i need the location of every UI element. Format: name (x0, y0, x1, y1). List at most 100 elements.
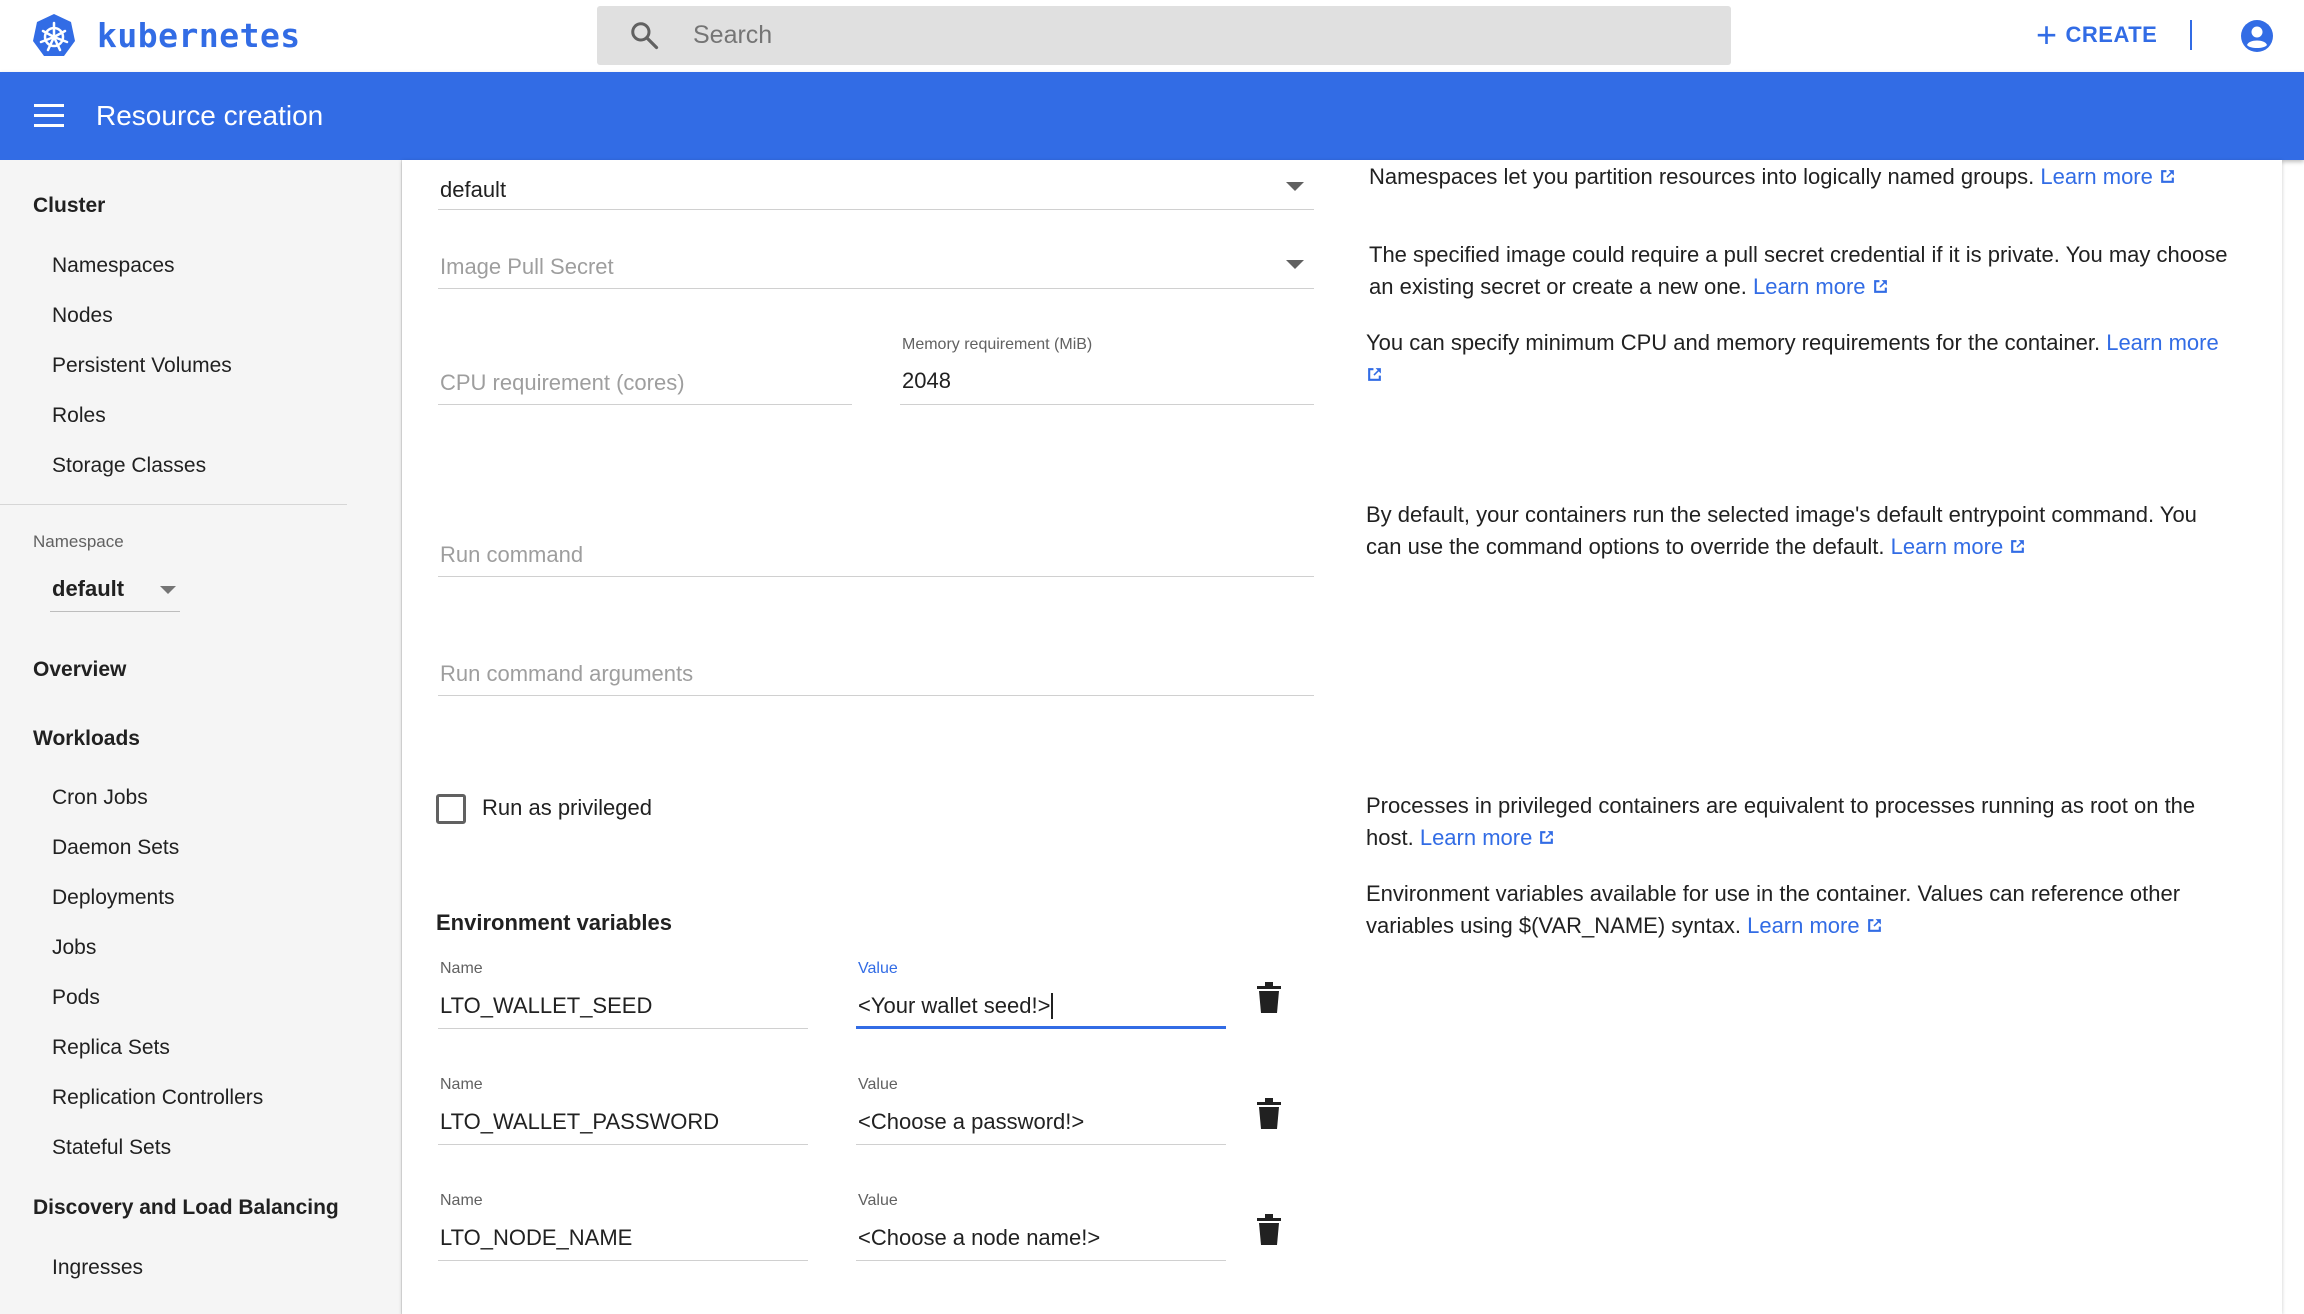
privileged-help: Processes in privileged containers are e… (1366, 790, 2195, 854)
namespace-help-text: Namespaces let you partition resources i… (1369, 164, 2035, 189)
chevron-down-icon (1286, 182, 1304, 191)
env-name-value: LTO_NODE_NAME (440, 1225, 633, 1250)
memory-requirement-label: Memory requirement (MiB) (902, 336, 1093, 353)
namespace-field-value: default (440, 177, 507, 202)
external-link-icon (2011, 540, 2025, 553)
account-icon[interactable] (2240, 19, 2274, 53)
sidebar-item-namespaces[interactable]: Namespaces (52, 254, 175, 278)
environment-variables-help: Environment variables available for use … (1366, 878, 2180, 942)
create-label: CREATE (2065, 22, 2158, 47)
field-underline (900, 404, 1314, 405)
run-command-help-line-1: By default, your containers run the sele… (1366, 502, 2197, 527)
kubernetes-logo-icon[interactable] (30, 12, 78, 60)
top-bar: kubernetes + CREATE (0, 0, 2304, 72)
run-command-placeholder: Run command (440, 542, 584, 567)
field-underline (438, 288, 1314, 289)
resources-help: You can specify minimum CPU and memory r… (1366, 327, 2246, 391)
sidebar-item-storage-classes[interactable]: Storage Classes (52, 454, 206, 478)
pull-secret-help: The specified image could require a pull… (1369, 239, 2227, 303)
sidebar-item-ingresses[interactable]: Ingresses (52, 1256, 143, 1280)
delete-icon[interactable] (1256, 982, 1282, 1014)
sidebar-item-jobs[interactable]: Jobs (52, 936, 96, 960)
env-value-label: Value (858, 960, 898, 977)
sidebar-item-cron-jobs[interactable]: Cron Jobs (52, 786, 148, 810)
run-command-field[interactable]: Run command (438, 534, 1314, 577)
env-name-value: LTO_WALLET_PASSWORD (440, 1109, 720, 1134)
image-pull-secret-field[interactable]: Image Pull Secret (438, 246, 1314, 289)
env-name-label: Name (440, 960, 483, 977)
learn-more-link[interactable]: Learn more (1753, 274, 1889, 299)
run-command-help-line-2: can use the command options to override … (1366, 534, 1885, 559)
namespace-field[interactable]: default (438, 168, 1314, 210)
env-name-field[interactable]: Name LTO_WALLET_PASSWORD (438, 1074, 808, 1145)
image-pull-secret-placeholder: Image Pull Secret (440, 254, 614, 279)
sidebar-section-workloads[interactable]: Workloads (33, 727, 140, 751)
memory-requirement-field[interactable]: Memory requirement (MiB) 2048 (900, 334, 1314, 405)
search-input[interactable] (693, 6, 1693, 65)
delete-icon[interactable] (1256, 1098, 1282, 1130)
sidebar-item-deployments[interactable]: Deployments (52, 886, 175, 910)
env-name-value: LTO_WALLET_SEED (440, 993, 653, 1018)
external-link-icon[interactable] (1366, 366, 1383, 383)
run-as-privileged-checkbox[interactable] (436, 794, 466, 824)
sidebar-item-replica-sets[interactable]: Replica Sets (52, 1036, 170, 1060)
learn-more-link[interactable]: Learn more (1420, 825, 1556, 850)
menu-icon[interactable] (34, 104, 64, 128)
cpu-requirement-placeholder: CPU requirement (cores) (440, 370, 685, 395)
environment-variables-heading: Environment variables (436, 910, 672, 935)
learn-more-link[interactable]: Learn more (1891, 534, 2027, 559)
pull-secret-help-line-2: an existing secret or create a new one. (1369, 274, 1747, 299)
env-value-field[interactable]: Value <Choose a node name!> (856, 1190, 1226, 1261)
field-underline (438, 1028, 808, 1029)
learn-more-link[interactable]: Learn more (2040, 164, 2176, 189)
brand-name[interactable]: kubernetes (97, 16, 301, 55)
cpu-requirement-field[interactable]: CPU requirement (cores) (438, 362, 852, 405)
namespace-label: Namespace (33, 532, 124, 551)
field-underline (856, 1260, 1226, 1261)
env-name-label: Name (440, 1192, 483, 1209)
env-value-label: Value (858, 1076, 898, 1093)
env-value-field[interactable]: Value <Choose a password!> (856, 1074, 1226, 1145)
sidebar-section-cluster[interactable]: Cluster (33, 194, 105, 218)
env-value-label: Value (858, 1192, 898, 1209)
memory-requirement-value: 2048 (902, 368, 951, 393)
sidebar-item-stateful-sets[interactable]: Stateful Sets (52, 1136, 171, 1160)
create-button[interactable]: + CREATE (2036, 14, 2157, 56)
sidebar-item-daemon-sets[interactable]: Daemon Sets (52, 836, 179, 860)
env-name-field[interactable]: Name LTO_NODE_NAME (438, 1190, 808, 1261)
field-underline (856, 1144, 1226, 1145)
privileged-help-line-1: Processes in privileged containers are e… (1366, 793, 2196, 818)
sidebar-item-nodes[interactable]: Nodes (52, 304, 113, 328)
field-underline (438, 695, 1314, 696)
run-command-arguments-field[interactable]: Run command arguments (438, 653, 1314, 696)
page-title: Resource creation (96, 100, 324, 131)
sidebar-item-replication-controllers[interactable]: Replication Controllers (52, 1086, 263, 1110)
run-as-privileged-label[interactable]: Run as privileged (482, 795, 652, 821)
env-value-field[interactable]: Value <Your wallet seed!> (856, 958, 1226, 1029)
chevron-down-icon (1286, 260, 1304, 269)
chevron-down-icon (160, 586, 176, 594)
field-underline (438, 209, 1314, 210)
search-bar[interactable] (597, 6, 1731, 65)
sidebar-section-discovery[interactable]: Discovery and Load Balancing (33, 1196, 339, 1220)
sidebar-item-roles[interactable]: Roles (52, 404, 106, 428)
env-value-value: <Choose a node name!> (858, 1225, 1101, 1250)
env-name-field[interactable]: Name LTO_WALLET_SEED (438, 958, 808, 1029)
sidebar-item-persistent-volumes[interactable]: Persistent Volumes (52, 354, 232, 378)
sidebar-divider (0, 504, 347, 505)
sidebar-section-overview[interactable]: Overview (33, 658, 126, 682)
delete-icon[interactable] (1256, 1214, 1282, 1246)
namespace-selected-value: default (52, 576, 125, 601)
external-link-icon (1873, 280, 1887, 293)
namespace-select[interactable]: default (50, 570, 180, 612)
pull-secret-help-line-1: The specified image could require a pull… (1369, 242, 2228, 267)
field-underline (438, 576, 1314, 577)
toolbar-divider (2190, 20, 2192, 50)
learn-more-link[interactable]: Learn more (1747, 913, 1883, 938)
run-command-help: By default, your containers run the sele… (1366, 499, 2197, 563)
privileged-help-line-2: host. (1366, 825, 1414, 850)
sidebar-item-pods[interactable]: Pods (52, 986, 100, 1010)
learn-more-link[interactable]: Learn more (2106, 330, 2219, 355)
field-underline (438, 404, 852, 405)
environment-variables-help-line-2: variables using $(VAR_NAME) syntax. (1366, 913, 1741, 938)
